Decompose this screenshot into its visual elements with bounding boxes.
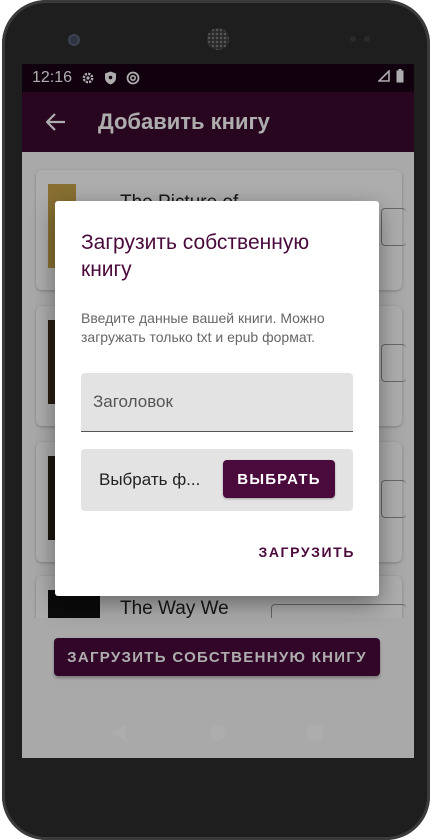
title-field: [81, 373, 353, 432]
earpiece-speaker: [207, 28, 229, 50]
file-picker-row: Выбрать ф... ВЫБРАТЬ: [81, 449, 353, 511]
proximity-sensor: [350, 36, 356, 42]
selected-file-label: Выбрать ф...: [99, 470, 201, 489]
choose-file-button[interactable]: ВЫБРАТЬ: [223, 460, 335, 498]
dialog-title: Загрузить собственную книгу: [81, 231, 310, 281]
front-camera: [68, 34, 80, 46]
dialog-description: Введите данные вашей книги. Можно загруж…: [81, 310, 325, 345]
light-sensor: [364, 36, 370, 42]
upload-book-dialog: Загрузить собственную книгу Введите данн…: [55, 201, 379, 596]
title-input[interactable]: [81, 373, 353, 431]
phone-frame: 12:16 Добавить книгу The Way We ЗАГРУЗИТ…: [2, 0, 430, 840]
screen: 12:16 Добавить книгу The Way We ЗАГРУЗИТ…: [22, 64, 414, 758]
upload-button[interactable]: ЗАГРУЗИТЬ: [258, 544, 355, 564]
